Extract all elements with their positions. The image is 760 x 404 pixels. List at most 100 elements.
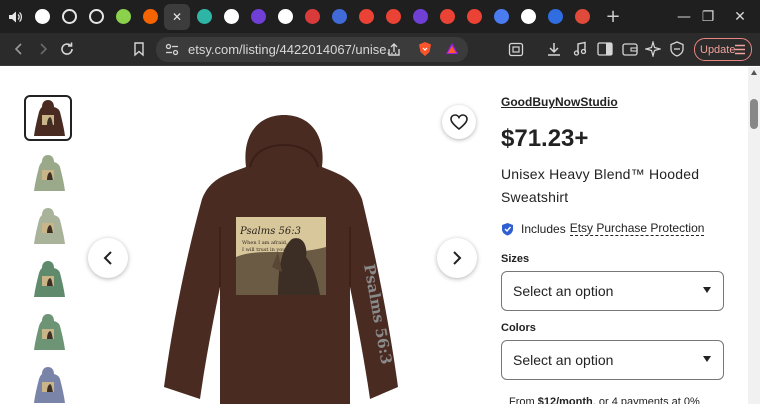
share-icon[interactable] [386, 42, 402, 57]
back-arrow-icon [14, 43, 22, 55]
tab-5[interactable] [110, 4, 136, 30]
tab-15[interactable] [380, 4, 406, 30]
tab-2[interactable] [29, 4, 55, 30]
favorite-button[interactable] [442, 105, 476, 139]
update-button[interactable]: Update [694, 38, 752, 61]
reload-button[interactable] [56, 38, 78, 60]
hoodie-thumbnail-image [34, 208, 65, 244]
blue-circle-icon [547, 9, 563, 24]
audio-tab[interactable] [2, 4, 28, 30]
price: $71.23+ [501, 125, 589, 152]
leo-ai-icon[interactable] [645, 41, 661, 57]
new-tab-button[interactable]: + [603, 6, 623, 27]
thumbnail-3[interactable] [24, 203, 72, 249]
protection-link[interactable]: Etsy Purchase Protection [569, 221, 705, 236]
shop-name-link[interactable]: GoodBuyNowStudio [501, 95, 618, 109]
site-info-icon[interactable] [165, 43, 179, 56]
hoodie-image: Psalms 56:3 When I am afraid, I will tru… [164, 115, 398, 404]
dark-circle-icon [34, 9, 50, 24]
tab-9[interactable] [218, 4, 244, 30]
tab-11[interactable] [272, 4, 298, 30]
hoodie-thumbnail-image [34, 367, 65, 403]
scroll-up-icon[interactable] [751, 70, 757, 75]
tab-3[interactable] [56, 4, 82, 30]
page-scrollbar[interactable] [748, 67, 760, 404]
back-button[interactable] [8, 38, 30, 60]
download-icon[interactable] [546, 41, 562, 57]
vpn-shield-icon[interactable] [669, 41, 685, 57]
hoodie-thumbnail-image [34, 100, 65, 136]
bookmark-button[interactable] [128, 38, 150, 60]
thumbnail-2[interactable] [24, 150, 72, 196]
tab-21[interactable] [542, 4, 568, 30]
close-icon[interactable]: ✕ [172, 10, 182, 24]
music-icon[interactable] [572, 41, 588, 57]
menu-icon [735, 44, 745, 55]
tab-14[interactable] [353, 4, 379, 30]
thumbnail-6[interactable] [24, 362, 72, 404]
plus-icon: + [605, 6, 621, 27]
update-label: Update [700, 43, 736, 56]
tab-13[interactable] [326, 4, 352, 30]
tab-etsy-active[interactable]: ✕ [164, 3, 190, 30]
scrollbar-thumb[interactable] [750, 99, 758, 129]
thumbnail-5[interactable] [24, 309, 72, 355]
etsy-e-icon [142, 9, 158, 24]
h-icon [196, 9, 212, 24]
tab-19[interactable] [488, 4, 514, 30]
tab-20[interactable] [515, 4, 541, 30]
close-window-button[interactable]: ✕ [720, 0, 760, 33]
restore-icon: ❐ [701, 8, 715, 25]
installments-amount: $12/month [537, 396, 593, 404]
purchase-protection: Includes Etsy Purchase Protection [501, 221, 705, 236]
chevron-left-icon [103, 251, 112, 265]
reader-mode-icon[interactable] [508, 42, 524, 57]
m-icon [223, 9, 239, 24]
colors-select-value: Select an option [513, 352, 614, 368]
address-bar[interactable]: etsy.com/listing/4422014067/unise... [156, 37, 468, 62]
tab-4[interactable] [83, 4, 109, 30]
installments-text: From $12/month, or 4 payments at 0% [509, 396, 700, 404]
protection-shield-icon [502, 222, 513, 235]
forward-button[interactable] [32, 38, 54, 60]
brave-shield-icon[interactable] [418, 41, 432, 57]
installments-prefix: From [509, 396, 538, 404]
colors-select[interactable]: Select an option [501, 340, 724, 380]
hoodie-thumbnail-image [34, 314, 65, 350]
etsy-listing-page: Psalms 56:3 When I am afraid, I will tru… [0, 67, 748, 404]
tab-22[interactable] [569, 4, 595, 30]
wallet-icon[interactable] [622, 42, 638, 56]
print-verse-line1: When I am afraid, [242, 240, 288, 246]
tab-10[interactable] [245, 4, 271, 30]
speaker-icon [8, 11, 22, 22]
tab-6[interactable] [137, 4, 163, 30]
thumbnail-1[interactable] [24, 95, 72, 141]
tab-18[interactable] [461, 4, 487, 30]
sidebar-icon[interactable] [597, 42, 613, 56]
url-text: etsy.com/listing/4422014067/unise... [188, 42, 398, 57]
browser-tab-bar: ✕ + [0, 0, 760, 33]
caret-down-icon [703, 356, 711, 362]
previous-image-button[interactable] [88, 238, 128, 278]
protection-prefix: Includes [521, 221, 566, 236]
ring-icon [88, 9, 104, 24]
sizes-select-value: Select an option [513, 283, 614, 299]
tab-17[interactable] [434, 4, 460, 30]
gmail-icon [439, 9, 455, 24]
product-image: Psalms 56:3 When I am afraid, I will tru… [150, 107, 410, 404]
hoodie-thumbnail-image [34, 155, 65, 191]
purple-icon [250, 9, 266, 24]
browser-toolbar: etsy.com/listing/4422014067/unise... Upd… [0, 33, 760, 66]
gmail-icon [466, 9, 482, 24]
tab-16[interactable] [407, 4, 433, 30]
gmail-icon [385, 9, 401, 24]
next-image-button[interactable] [437, 238, 477, 278]
thumbnail-4[interactable] [24, 256, 72, 302]
forward-arrow-icon [40, 43, 48, 55]
tab-12[interactable] [299, 4, 325, 30]
print-title-text: Psalms 56:3 [239, 226, 301, 237]
heart-icon [450, 114, 468, 130]
brave-rewards-icon[interactable] [444, 41, 460, 57]
sizes-select[interactable]: Select an option [501, 271, 724, 311]
tab-8[interactable] [191, 4, 217, 30]
